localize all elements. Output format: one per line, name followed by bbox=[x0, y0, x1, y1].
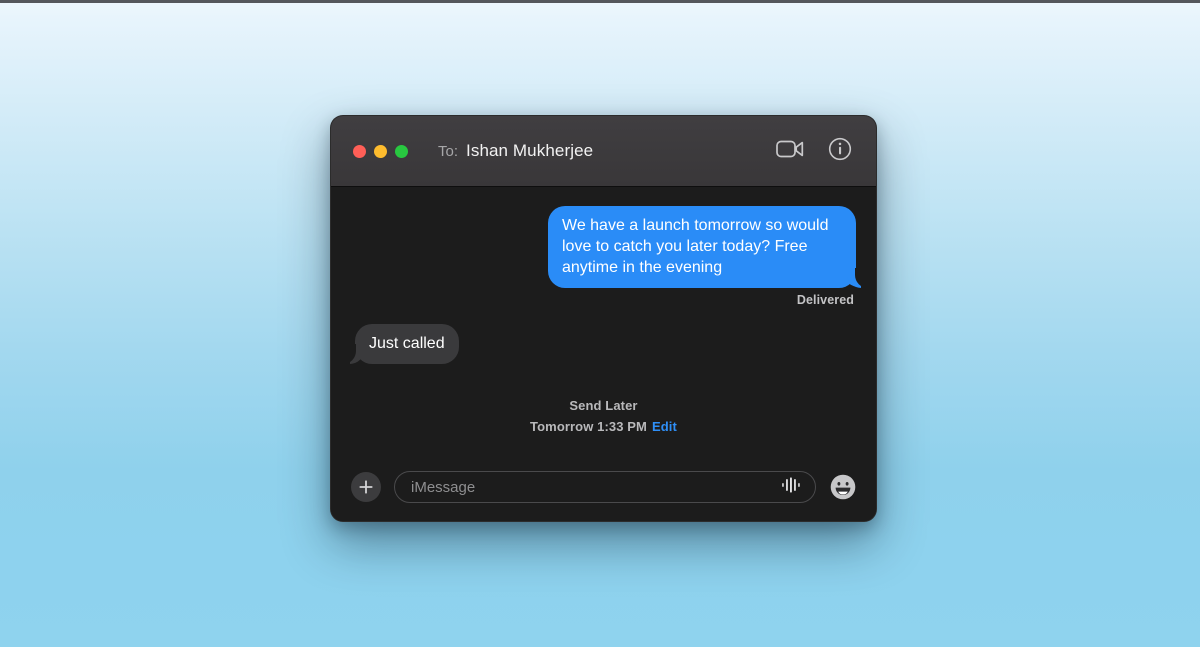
message-text: Just called bbox=[369, 335, 445, 352]
message-bubble-received[interactable]: Just called bbox=[342, 324, 459, 364]
add-attachment-button[interactable] bbox=[351, 472, 381, 502]
minimize-button[interactable] bbox=[374, 144, 387, 158]
audio-waveform-icon[interactable] bbox=[781, 476, 803, 499]
send-later-block: Send Later Tomorrow 1:33 PM Edit bbox=[349, 398, 858, 434]
message-input[interactable] bbox=[411, 478, 775, 496]
recipient-name: Ishan Mukherjee bbox=[466, 141, 594, 160]
message-input-container[interactable] bbox=[394, 471, 816, 503]
send-later-schedule: Tomorrow 1:33 PM Edit bbox=[349, 419, 858, 434]
video-camera-icon[interactable] bbox=[776, 139, 804, 164]
plus-icon bbox=[359, 480, 373, 494]
send-later-time: Tomorrow 1:33 PM bbox=[530, 419, 647, 434]
message-row-sent: We have a launch tomorrow so would love … bbox=[349, 187, 869, 288]
delivery-status-row: Delivered bbox=[349, 293, 854, 307]
titlebar-actions bbox=[776, 137, 852, 166]
zoom-button[interactable] bbox=[395, 144, 408, 158]
recipient-field[interactable]: To: Ishan Mukherjee bbox=[438, 141, 593, 161]
messages-window: To: Ishan Mukherjee We have a launch tom… bbox=[330, 115, 877, 522]
message-row-received: Just called bbox=[342, 307, 858, 364]
close-button[interactable] bbox=[353, 144, 366, 158]
send-later-title: Send Later bbox=[569, 398, 638, 413]
screen-top-strip bbox=[0, 0, 1200, 3]
edit-schedule-link[interactable]: Edit bbox=[652, 419, 677, 434]
message-bubble-sent[interactable]: We have a launch tomorrow so would love … bbox=[548, 206, 869, 288]
window-titlebar: To: Ishan Mukherjee bbox=[331, 116, 876, 187]
emoji-smiley-icon[interactable] bbox=[830, 474, 856, 500]
status-badge: Delivered bbox=[796, 293, 854, 307]
desktop-background: To: Ishan Mukherjee We have a launch tom… bbox=[0, 0, 1200, 647]
compose-bar bbox=[331, 453, 876, 521]
traffic-light-controls bbox=[353, 144, 408, 158]
message-text: We have a launch tomorrow so would love … bbox=[562, 217, 829, 276]
info-circle-icon[interactable] bbox=[828, 137, 852, 166]
to-label: To: bbox=[438, 143, 459, 160]
